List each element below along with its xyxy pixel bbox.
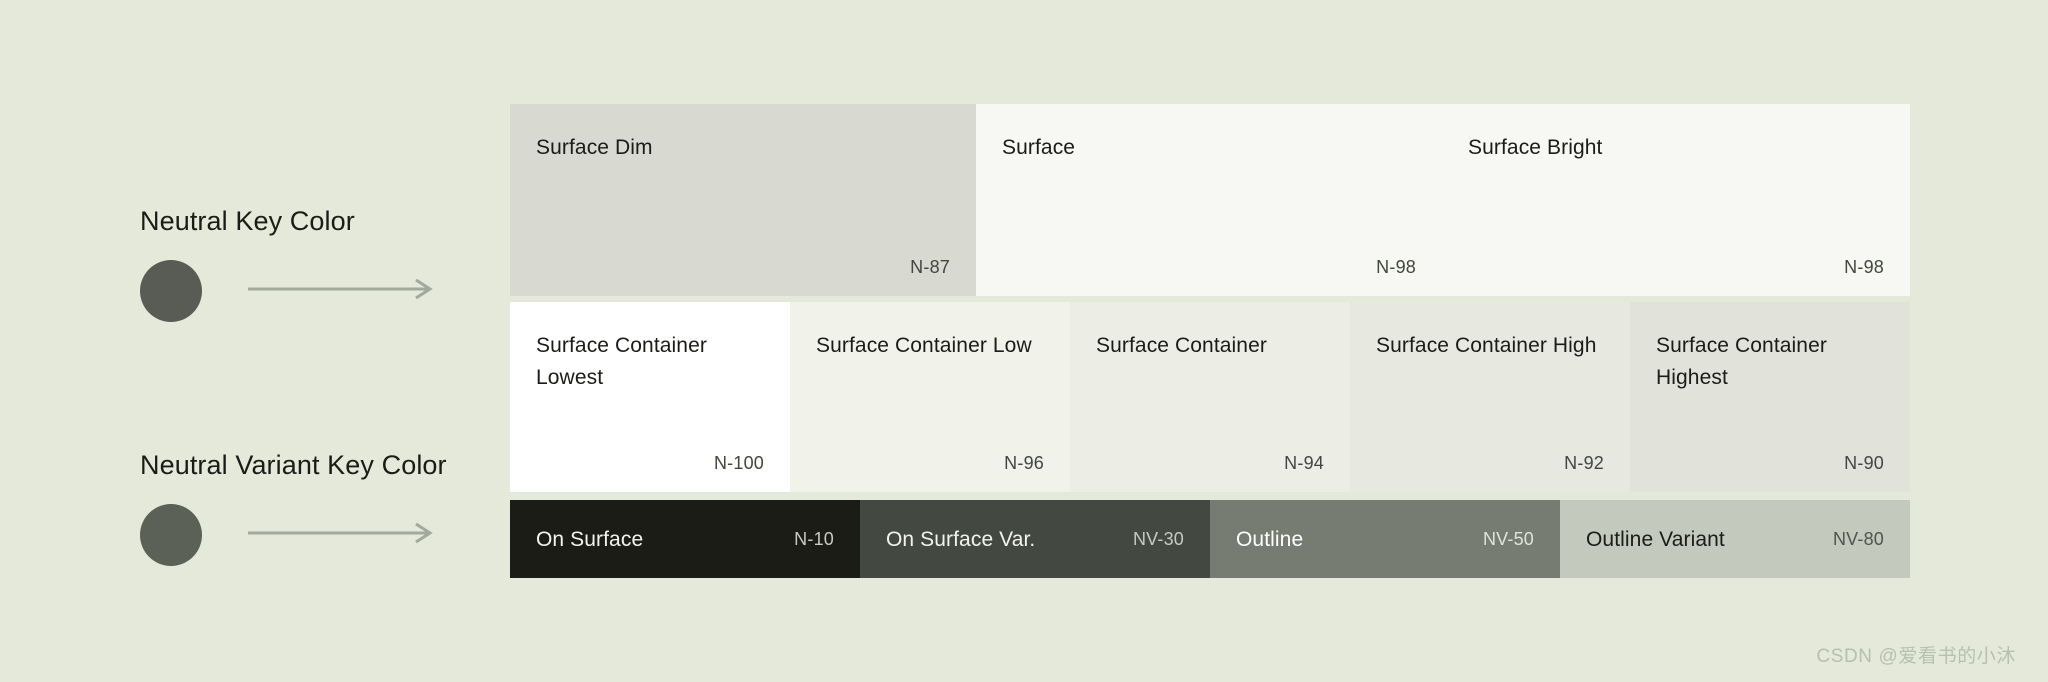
key-color-group-neutral-variant: Neutral Variant Key Color xyxy=(140,452,447,566)
swatch-tone-value: N-87 xyxy=(910,257,950,278)
swatch-label: Surface Container xyxy=(1096,330,1324,362)
surface-container-row: Surface Container LowestN-100Surface Con… xyxy=(510,302,1910,492)
swatch-label: Outline Variant xyxy=(1586,529,1725,550)
color-swatch[interactable]: On Surface N-10 xyxy=(510,500,860,578)
color-swatch[interactable]: Surface Container Lowest N-100 xyxy=(510,302,790,492)
swatch-tone-value: N-10 xyxy=(794,529,834,550)
swatch-label: Surface Dim xyxy=(536,132,950,164)
swatch-label: On Surface Var. xyxy=(886,529,1035,550)
on-surface-outline-row: On Surface N-10 On Surface Var. NV-30 Outlin… xyxy=(510,500,1910,578)
swatch-label: Surface Container Lowest xyxy=(536,330,764,394)
swatch-tone-value: NV-30 xyxy=(1133,529,1184,550)
color-swatch[interactable]: Outline NV-50 xyxy=(1210,500,1560,578)
color-swatch[interactable]: Surface Container N-94 xyxy=(1070,302,1350,492)
swatch-tone-value: N-96 xyxy=(1004,453,1044,474)
swatch-label: Surface xyxy=(1002,132,1416,164)
neutral-key-color-swatch-dot xyxy=(140,260,202,322)
neutral-variant-key-row xyxy=(140,504,447,566)
color-swatch[interactable]: Surface Container Low N-96 xyxy=(790,302,1070,492)
swatch-label: Outline xyxy=(1236,529,1303,550)
neutral-key-row xyxy=(140,260,438,322)
watermark: CSDN @爱看书的小沐 xyxy=(1816,641,2016,668)
swatch-label: Surface Container Highest xyxy=(1656,330,1884,394)
color-swatch[interactable]: Surface Container High N-92 xyxy=(1350,302,1630,492)
surface-row: Surface DimN-87SurfaceN-98Surface Bright… xyxy=(510,104,1910,296)
swatch-label: Surface Container High xyxy=(1376,330,1604,362)
color-swatch[interactable]: Surface Dim N-87 xyxy=(510,104,976,296)
swatch-label: Surface Bright xyxy=(1468,132,1884,164)
swatch-tone-value: N-92 xyxy=(1564,453,1604,474)
swatch-tone-value: N-90 xyxy=(1844,453,1884,474)
swatch-label: On Surface xyxy=(536,529,643,550)
swatch-tone-value: NV-80 xyxy=(1833,529,1884,550)
diagram-canvas: Neutral Key Color Neutral Variant Key Co… xyxy=(0,0,2048,682)
neutral-key-color-title: Neutral Key Color xyxy=(140,208,438,235)
swatch-tone-value: N-98 xyxy=(1844,257,1884,278)
color-swatch[interactable]: Surface N-98 xyxy=(976,104,1442,296)
arrow-right-icon xyxy=(248,522,438,549)
arrow-right-icon xyxy=(248,278,438,305)
swatch-label: Surface Container Low xyxy=(816,330,1044,362)
key-color-group-neutral: Neutral Key Color xyxy=(140,208,438,322)
color-swatch[interactable]: On Surface Var. NV-30 xyxy=(860,500,1210,578)
neutral-variant-key-color-swatch-dot xyxy=(140,504,202,566)
neutral-variant-key-color-title: Neutral Variant Key Color xyxy=(140,452,447,479)
swatch-tone-value: N-98 xyxy=(1376,257,1416,278)
swatch-tone-value: NV-50 xyxy=(1483,529,1534,550)
color-swatch[interactable]: Surface Container Highest N-90 xyxy=(1630,302,1910,492)
swatch-tone-value: N-100 xyxy=(714,453,764,474)
color-swatch[interactable]: Surface Bright N-98 xyxy=(1442,104,1910,296)
color-swatch[interactable]: Outline Variant NV-80 xyxy=(1560,500,1910,578)
swatch-tone-value: N-94 xyxy=(1284,453,1324,474)
